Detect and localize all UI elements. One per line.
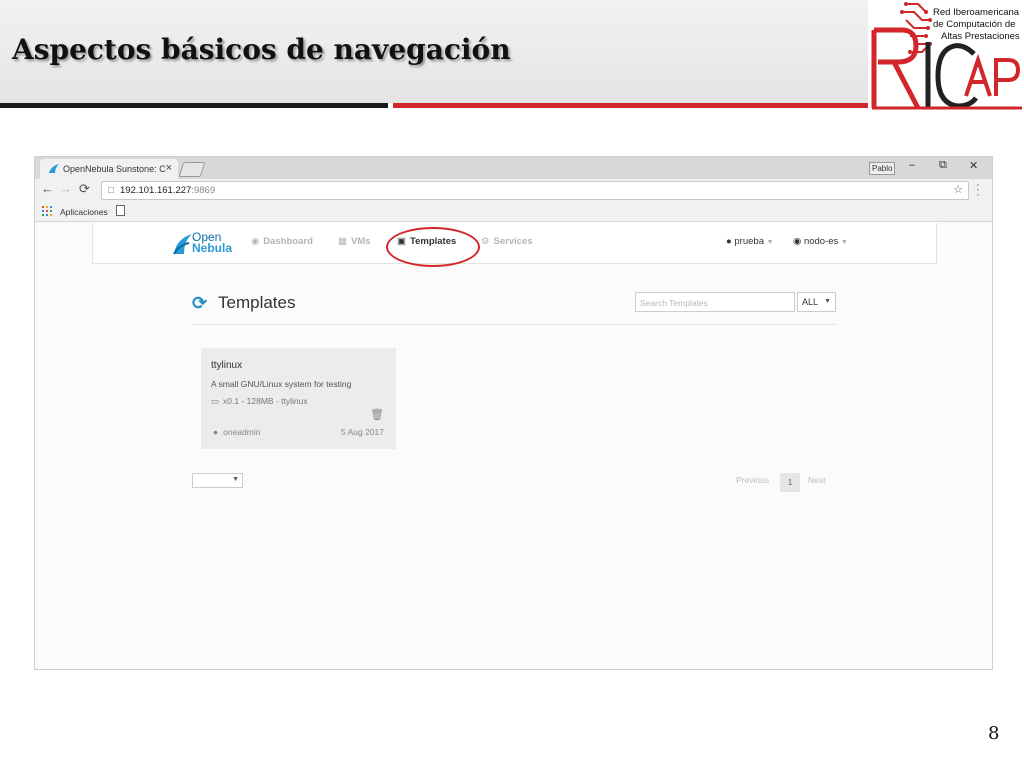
cogs-icon: ⚙ <box>481 236 490 247</box>
globe-icon: ◉ <box>793 236 802 247</box>
nav-vms[interactable]: ▦ VMs <box>338 236 371 247</box>
sunstone-navbar: Open Nebula ◉ Dashboard ▦ VMs ▣ Templates ⚙… <box>92 223 937 264</box>
header-bar-red <box>393 103 868 108</box>
opennebula-wave-icon <box>173 234 192 255</box>
nav-services-label: Services <box>493 236 533 247</box>
pagination-next[interactable]: Next <box>808 475 825 485</box>
apps-grid-icon[interactable] <box>42 206 52 216</box>
chevron-down-icon: ▼ <box>232 476 239 483</box>
page-title: Templates <box>218 293 296 312</box>
user-icon: ● <box>213 427 219 437</box>
bookmark-star-icon[interactable]: ☆ <box>953 183 963 196</box>
template-spec-text: x0.1 - 128MB - ttylinux <box>223 396 308 406</box>
browser-window: OpenNebula Sunstone: C × Pablo – ⧉ ✕ ← →… <box>35 157 992 669</box>
refresh-icon[interactable]: ⟳ <box>192 293 207 314</box>
back-arrow-icon[interactable]: ← <box>41 181 54 196</box>
url-host: 192.101.161.227 <box>120 185 192 196</box>
chevron-down-icon: ▼ <box>840 239 848 246</box>
browser-menu-icon[interactable]: · · · <box>976 180 980 201</box>
grid-icon: ▦ <box>338 236 347 247</box>
close-window-icon[interactable]: ✕ <box>969 159 978 172</box>
new-tab-button[interactable] <box>178 162 206 177</box>
user-icon: ● <box>726 236 732 247</box>
nav-services[interactable]: ⚙ Services <box>481 236 533 247</box>
ricap-logo: Red Iberoamericana de Computación de Alt… <box>866 0 1024 112</box>
page-length-select[interactable]: ▼ <box>192 473 243 488</box>
logo-line-3: Altas Prestaciones <box>941 31 1020 42</box>
pagination-previous[interactable]: Previous <box>736 475 769 485</box>
opennebula-favicon-icon <box>49 164 59 173</box>
template-owner: ● oneadmin <box>213 427 260 437</box>
slide-header: Aspectos básicos de navegación <box>0 0 868 103</box>
chevron-down-icon: ▼ <box>824 298 831 305</box>
minimize-icon[interactable]: – <box>909 159 915 171</box>
template-date: 5 Aug 2017 <box>340 427 384 437</box>
page-info-icon[interactable]: □ <box>108 185 114 196</box>
template-description: A small GNU/Linux system for testing <box>211 379 352 389</box>
nav-vms-label: VMs <box>350 236 371 247</box>
forward-arrow-icon[interactable]: → <box>59 181 72 196</box>
reload-icon[interactable]: ⟳ <box>79 181 90 197</box>
header-bar-black <box>0 103 388 108</box>
tab-bar: OpenNebula Sunstone: C × Pablo – ⧉ ✕ <box>35 157 992 179</box>
chevron-down-icon: ▼ <box>766 239 774 246</box>
dashboard-icon: ◉ <box>251 236 260 247</box>
logo-text: Red Iberoamericana de Computación de Alt… <box>933 7 1020 43</box>
user-menu[interactable]: ● prueba ▼ <box>726 236 774 247</box>
browser-toolbar: ← → ⟳ □ 192.101.161.227:9869 ☆ · · · <box>35 179 992 201</box>
logo-line-1: Red Iberoamericana <box>933 7 1020 18</box>
restore-icon[interactable]: ⧉ <box>939 159 947 172</box>
url-text: 192.101.161.227:9869 <box>120 185 215 196</box>
template-spec: ▭ x0.1 - 128MB - ttylinux <box>211 396 308 407</box>
slide-page-number: 8 <box>988 723 1000 744</box>
profile-chip[interactable]: Pablo <box>869 162 896 175</box>
address-bar[interactable]: □ 192.101.161.227:9869 ☆ <box>101 181 969 200</box>
filter-select-value: ALL <box>802 297 819 307</box>
search-input[interactable]: Search Templates <box>635 292 795 312</box>
templates-highlight-circle <box>386 227 480 267</box>
template-owner-name: oneadmin <box>223 427 261 437</box>
slide-title: Aspectos básicos de navegación <box>12 33 511 66</box>
opennebula-logo[interactable]: Open Nebula <box>173 230 243 257</box>
nav-dashboard-label: Dashboard <box>263 236 313 247</box>
template-card[interactable]: ttylinux A small GNU/Linux system for te… <box>201 348 396 449</box>
filter-select[interactable]: ALL ▼ <box>797 292 836 312</box>
browser-tab[interactable]: OpenNebula Sunstone: C × <box>40 159 178 179</box>
title-divider <box>192 324 836 325</box>
trash-icon[interactable]: 🗑 <box>370 408 384 421</box>
logo-line-2: de Computación de <box>933 19 1016 30</box>
zone-name: nodo-es <box>803 236 839 247</box>
template-name: ttylinux <box>211 360 243 371</box>
pagination-current-page[interactable]: 1 <box>780 473 800 492</box>
logo-word-nebula: Nebula <box>192 241 233 255</box>
user-name: prueba <box>734 236 764 247</box>
laptop-icon: ▭ <box>211 396 220 406</box>
bookmark-apps-link[interactable]: Aplicaciones <box>60 207 108 217</box>
bookmark-page-icon[interactable] <box>116 205 125 216</box>
nav-dashboard[interactable]: ◉ Dashboard <box>251 236 313 247</box>
zone-menu[interactable]: ◉ nodo-es ▼ <box>793 236 848 247</box>
tab-title: OpenNebula Sunstone: C <box>63 164 166 174</box>
bookmarks-bar: Aplicaciones <box>35 201 992 222</box>
url-port: :9869 <box>191 185 216 196</box>
tab-close-icon[interactable]: × <box>166 162 172 174</box>
